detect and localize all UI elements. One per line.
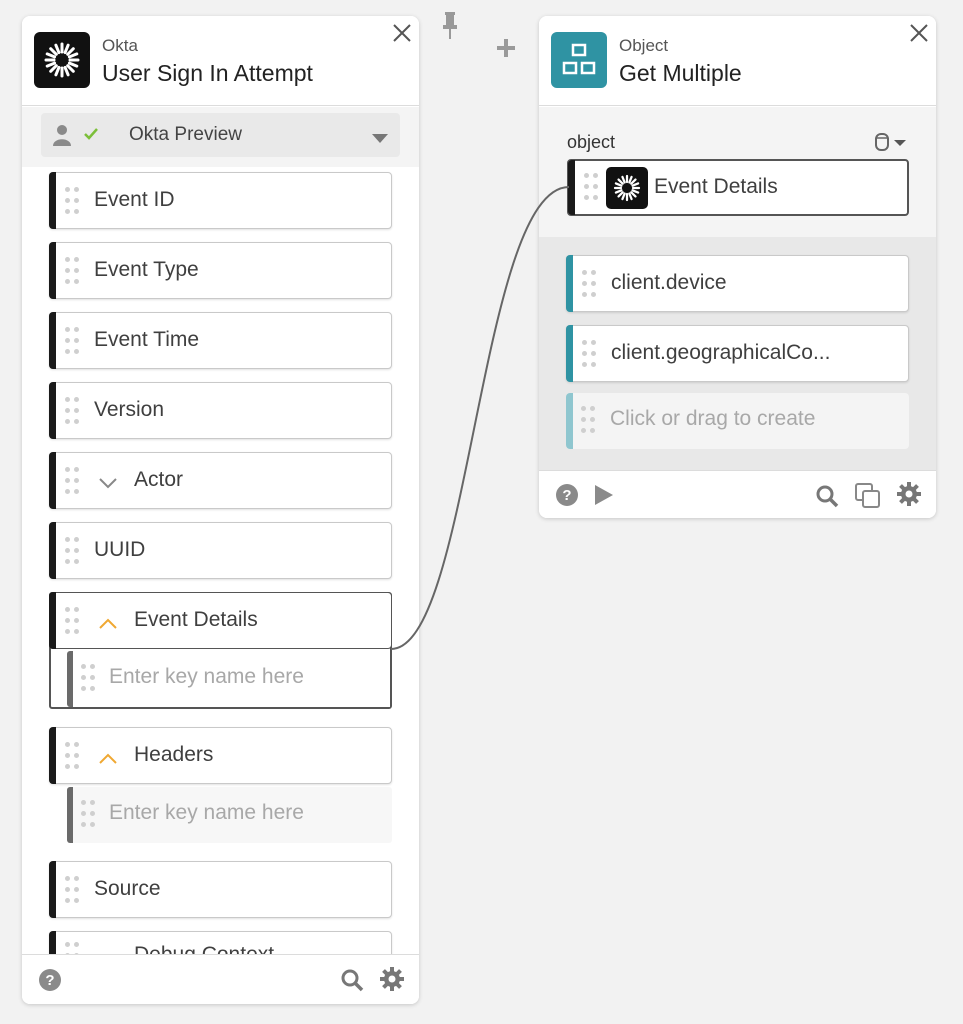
card-title: Get Multiple — [619, 60, 742, 86]
drag-handle-icon[interactable] — [65, 397, 79, 427]
card-footer: ? — [22, 954, 419, 1004]
svg-text:?: ? — [562, 487, 571, 504]
drag-handle-icon[interactable] — [65, 187, 79, 217]
input-section: object Event Details — [539, 107, 936, 237]
drag-handle-icon[interactable] — [65, 876, 79, 906]
field-list: Event ID Event Type Event Time Version A… — [22, 167, 419, 954]
user-icon — [53, 124, 71, 151]
okta-logo-icon — [606, 167, 648, 209]
drag-handle-icon[interactable] — [81, 800, 95, 830]
output-label: client.geographicalCo... — [611, 341, 831, 364]
close-icon[interactable] — [391, 22, 413, 44]
output-section: client.device client.geographicalCo... C… — [539, 237, 936, 470]
object-icon — [551, 32, 607, 88]
object-input-field[interactable]: Event Details — [567, 159, 909, 216]
card-title: User Sign In Attempt — [102, 60, 313, 86]
field-label: Event ID — [94, 188, 175, 211]
connection-label: Okta Preview — [129, 124, 242, 145]
connection-select[interactable]: Okta Preview — [41, 113, 400, 157]
pin-icon[interactable] — [440, 10, 460, 40]
output-field[interactable]: client.geographicalCo... — [566, 325, 909, 382]
card-header: Object Get Multiple — [539, 16, 936, 106]
key-name-placeholder: Enter key name here — [109, 665, 304, 688]
field-label: Version — [94, 398, 165, 421]
object-get-multiple-card[interactable]: Object Get Multiple object Event Details… — [539, 16, 936, 518]
field-event-id[interactable]: Event ID — [49, 172, 392, 229]
field-label: Actor — [134, 468, 184, 491]
drag-handle-icon[interactable] — [65, 942, 79, 954]
drag-handle-icon — [581, 406, 595, 436]
chevron-up-icon[interactable] — [98, 612, 118, 636]
field-label: Event Type — [94, 258, 199, 281]
help-icon[interactable]: ? — [555, 483, 579, 512]
search-icon[interactable] — [815, 484, 839, 513]
field-actor[interactable]: Actor — [49, 452, 392, 509]
field-event-details[interactable]: Event Details — [49, 592, 392, 649]
drag-handle-icon[interactable] — [65, 537, 79, 567]
close-icon[interactable] — [908, 22, 930, 44]
drag-handle-icon[interactable] — [65, 467, 79, 497]
field-label: Source — [94, 877, 161, 900]
gear-icon[interactable] — [896, 481, 922, 512]
okta-logo-icon — [34, 32, 90, 88]
output-label: client.device — [611, 271, 727, 294]
card-footer: ? — [539, 470, 936, 518]
drag-handle-icon[interactable] — [81, 664, 95, 694]
card-kind: Okta — [102, 36, 138, 55]
key-name-input[interactable]: Enter key name here — [67, 787, 392, 843]
card-header: Okta User Sign In Attempt — [22, 16, 419, 106]
field-uuid[interactable]: UUID — [49, 522, 392, 579]
play-icon[interactable] — [593, 483, 615, 512]
field-label: Debug Context — [134, 943, 274, 954]
svg-text:?: ? — [45, 972, 54, 989]
chevron-down-icon[interactable] — [98, 473, 118, 497]
field-version[interactable]: Version — [49, 382, 392, 439]
create-output-button[interactable]: Click or drag to create — [566, 393, 909, 449]
key-name-placeholder: Enter key name here — [109, 801, 304, 824]
help-icon[interactable]: ? — [38, 968, 62, 997]
drag-handle-icon[interactable] — [584, 173, 598, 203]
field-label: UUID — [94, 538, 146, 561]
input-label: object — [567, 132, 616, 152]
drag-handle-icon[interactable] — [65, 607, 79, 637]
field-event-type[interactable]: Event Type — [49, 242, 392, 299]
field-label: Event Details — [134, 608, 258, 631]
field-event-details-group: Event Details Enter key name here — [49, 592, 392, 709]
card-kind: Object — [619, 36, 669, 55]
field-label: Event Time — [94, 328, 200, 351]
okta-trigger-card[interactable]: Okta User Sign In Attempt Okta Preview E… — [22, 16, 419, 1004]
key-name-input[interactable]: Enter key name here — [67, 651, 390, 707]
check-icon — [83, 127, 99, 146]
field-label: Headers — [134, 743, 214, 766]
drag-handle-icon[interactable] — [65, 257, 79, 287]
gear-icon[interactable] — [379, 966, 405, 997]
field-source[interactable]: Source — [49, 861, 392, 918]
caret-down-icon — [372, 131, 388, 149]
input-value: Event Details — [654, 175, 778, 198]
chevron-up-icon[interactable] — [98, 747, 118, 771]
drag-handle-icon[interactable] — [65, 327, 79, 357]
drag-handle-icon[interactable] — [582, 340, 596, 370]
drag-handle-icon[interactable] — [65, 742, 79, 772]
drag-handle-icon[interactable] — [582, 270, 596, 300]
field-event-time[interactable]: Event Time — [49, 312, 392, 369]
field-headers[interactable]: Headers — [49, 727, 392, 784]
output-field[interactable]: client.device — [566, 255, 909, 312]
field-debug-context[interactable]: Debug Context — [49, 931, 392, 954]
search-icon[interactable] — [340, 968, 364, 997]
plus-icon[interactable] — [496, 38, 516, 58]
create-placeholder: Click or drag to create — [610, 407, 816, 430]
copy-icon[interactable] — [854, 482, 882, 515]
database-dropdown-icon[interactable] — [874, 132, 908, 157]
